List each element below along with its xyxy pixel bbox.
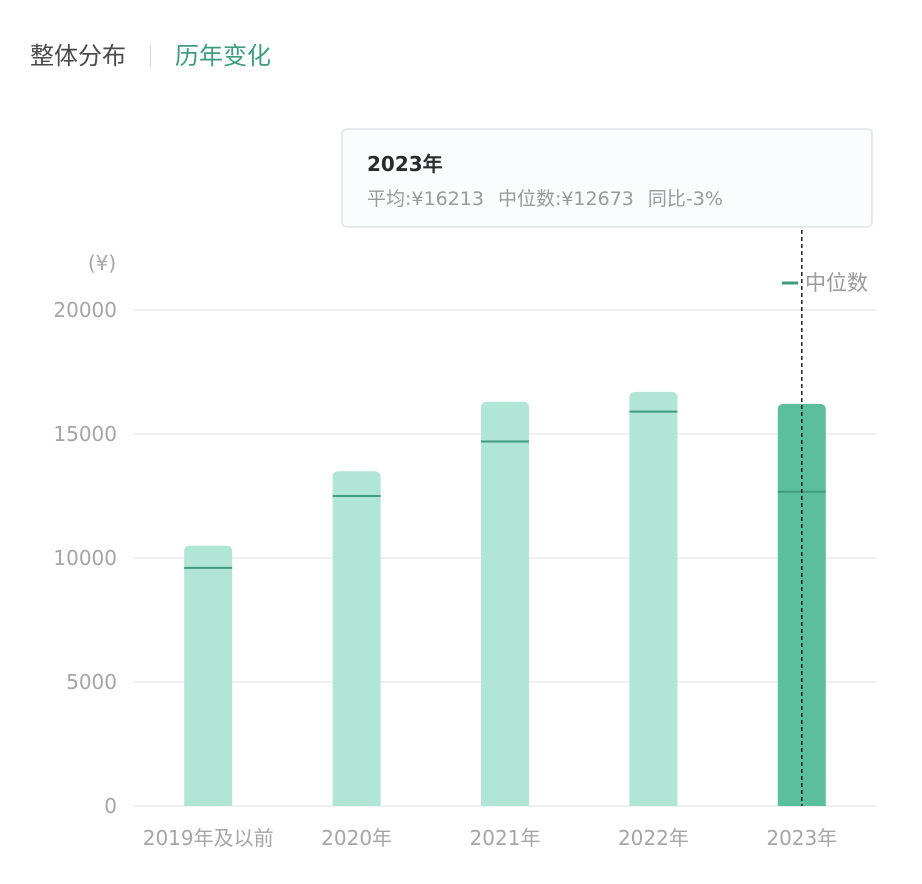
y-tick-label: 0	[104, 794, 117, 818]
tooltip-title: 2023年	[367, 152, 443, 176]
tooltip-yoy: 同比-3%	[647, 188, 723, 210]
bar-1	[332, 471, 381, 806]
y-tick-label: 5000	[66, 670, 117, 694]
x-tick-label: 2019年及以前	[143, 826, 274, 850]
tooltip-median: 中位数:¥12673	[497, 188, 634, 210]
bar-0	[184, 545, 233, 806]
tooltip-stats: 平均:¥16213 中位数:¥12673 同比-3%	[367, 186, 871, 212]
x-tick-label: 2021年	[470, 826, 541, 850]
y-tick-label: 15000	[53, 422, 117, 446]
x-tick-label: 2023年	[766, 826, 837, 850]
legend-median-label: 中位数	[805, 271, 868, 295]
chart-tooltip: 2023年 平均:¥16213 中位数:¥12673 同比-3%	[341, 128, 873, 228]
tooltip-average: 平均:¥16213	[367, 188, 484, 210]
bar-3	[629, 391, 678, 806]
y-axis-unit-label: (¥)	[88, 251, 116, 275]
y-tick-label: 10000	[53, 546, 117, 570]
x-tick-label: 2020年	[321, 826, 392, 850]
bar-2	[481, 401, 529, 806]
x-tick-label: 2022年	[618, 826, 689, 850]
y-tick-label: 20000	[53, 298, 117, 322]
